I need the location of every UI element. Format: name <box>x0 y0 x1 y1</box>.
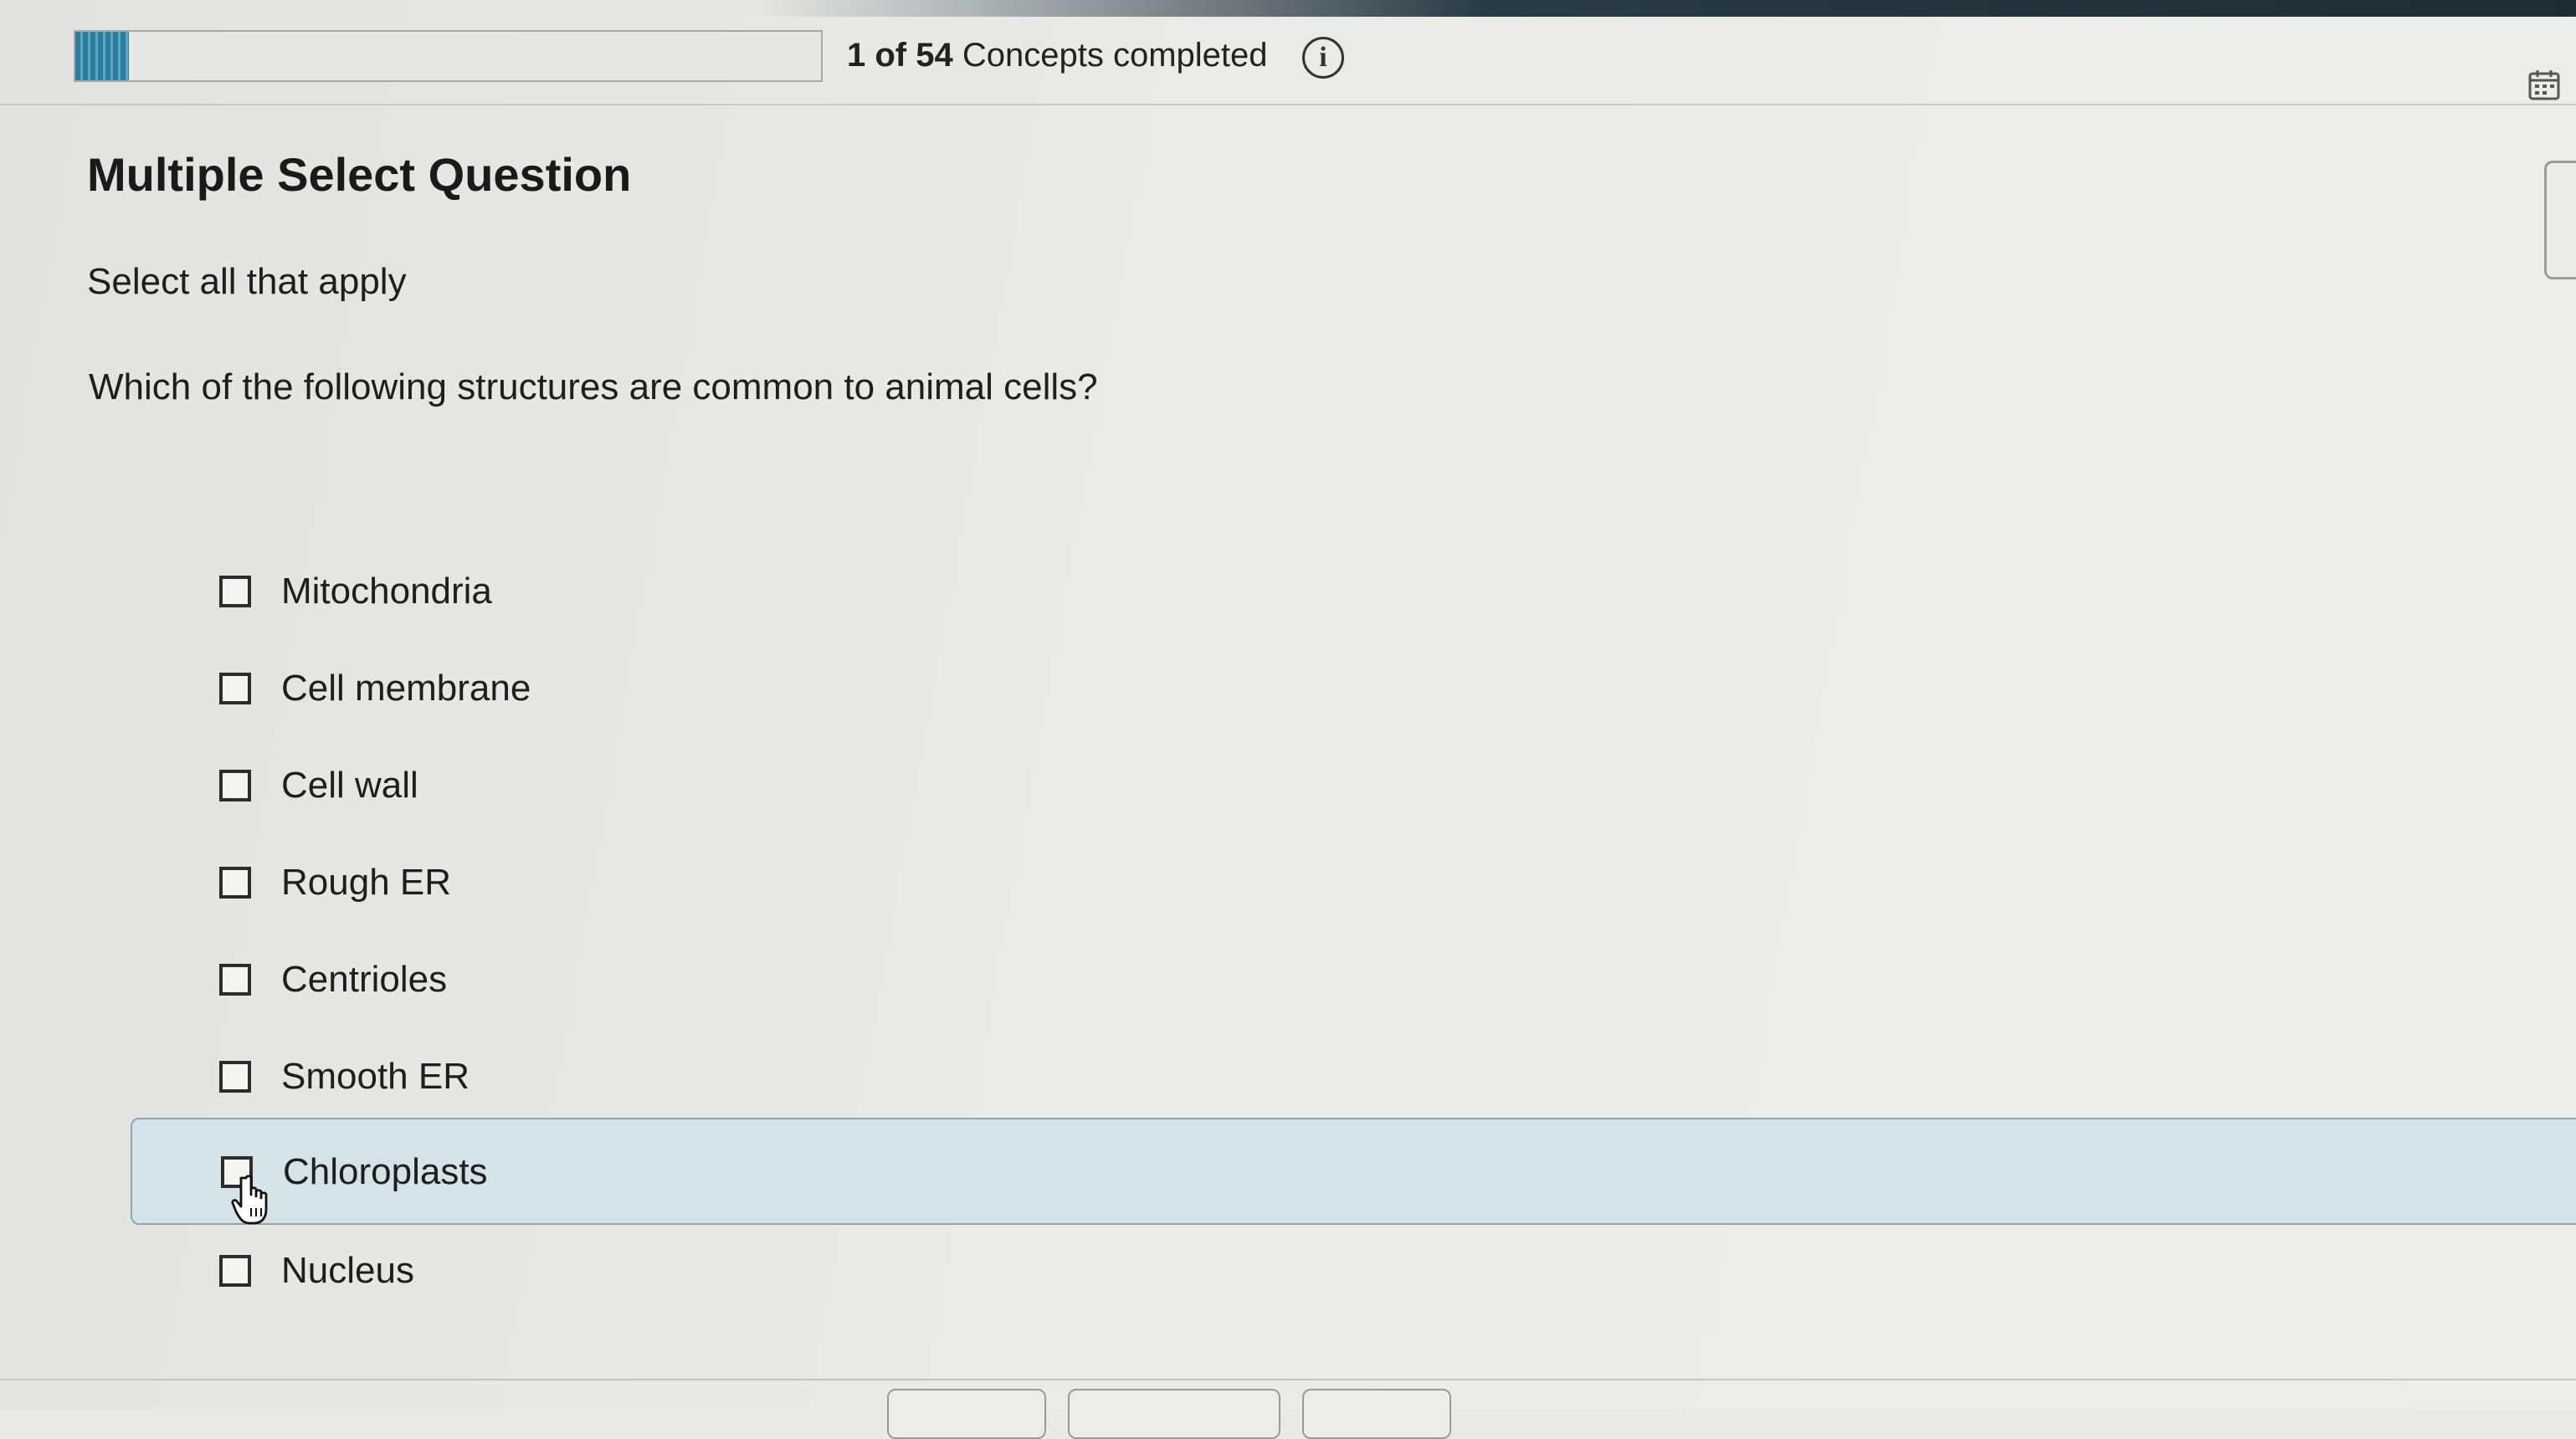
option-cell-wall[interactable]: Cell wall <box>131 740 2576 832</box>
option-label: Cell membrane <box>281 668 531 709</box>
option-cell-membrane[interactable]: Cell membrane <box>131 643 2576 735</box>
info-icon[interactable]: i <box>1302 37 1344 79</box>
checkbox[interactable] <box>219 867 251 899</box>
option-mitochondria[interactable]: Mitochondria <box>131 545 2576 638</box>
checkbox[interactable] <box>219 964 251 996</box>
question-title: Multiple Select Question <box>87 148 632 201</box>
progress-header: 1 of 54 Concepts completed i <box>0 0 2576 105</box>
option-centrioles[interactable]: Centrioles <box>131 934 2576 1026</box>
question-instruction: Select all that apply <box>87 261 407 302</box>
option-label: Centrioles <box>281 959 448 1000</box>
hand-cursor-icon <box>231 1175 268 1225</box>
progress-label: Concepts completed <box>962 37 1268 74</box>
option-smooth-er[interactable]: Smooth ER <box>131 1031 2576 1123</box>
footer-button[interactable] <box>887 1389 1046 1439</box>
checkbox[interactable] <box>219 673 251 704</box>
calendar-icon[interactable] <box>2527 69 2561 102</box>
option-label: Rough ER <box>281 862 452 903</box>
footer-button[interactable] <box>1068 1389 1280 1439</box>
footer-button[interactable] <box>1302 1389 1451 1439</box>
option-label: Chloroplasts <box>283 1151 488 1192</box>
option-label: Mitochondria <box>281 571 492 612</box>
option-nucleus[interactable]: Nucleus <box>131 1225 2576 1317</box>
option-label: Nucleus <box>281 1250 414 1291</box>
page: 1 of 54 Concepts completed i Multiple Se… <box>0 0 2576 1439</box>
option-rough-er[interactable]: Rough ER <box>131 837 2576 929</box>
bottom-divider <box>0 1379 2576 1380</box>
question-text: Which of the following structures are co… <box>89 366 1098 407</box>
checkbox[interactable] <box>219 576 251 607</box>
checkbox[interactable] <box>219 770 251 801</box>
progress-bar-fill <box>75 32 129 80</box>
checkbox[interactable] <box>219 1255 251 1287</box>
side-panel-tab[interactable] <box>2544 161 2576 279</box>
progress-bar <box>74 30 823 82</box>
progress-status: 1 of 54 Concepts completed <box>847 37 1268 74</box>
checkbox[interactable] <box>219 1061 251 1093</box>
progress-count: 1 of 54 <box>847 37 953 74</box>
option-label: Cell wall <box>281 765 418 806</box>
option-label: Smooth ER <box>281 1056 470 1097</box>
option-chloroplasts[interactable]: Chloroplasts <box>131 1118 2576 1225</box>
